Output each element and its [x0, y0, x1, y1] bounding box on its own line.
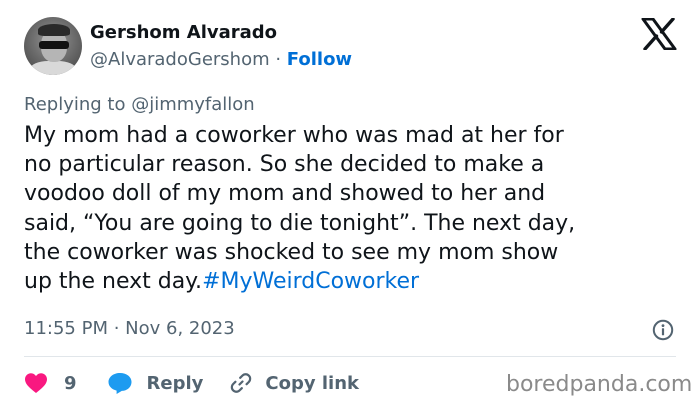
x-logo-icon[interactable]	[641, 18, 677, 50]
replying-to[interactable]: Replying to @jimmyfallon	[24, 94, 255, 115]
avatar-shirt	[30, 61, 76, 75]
author-name[interactable]: Gershom Alvarado	[90, 22, 277, 43]
watermark: boredpanda.com	[506, 372, 693, 397]
copy-link-label: Copy link	[265, 372, 359, 394]
heart-icon	[25, 373, 47, 393]
tweet-line: no particular reason. So she decided to …	[24, 152, 545, 178]
tweet-line-text: up the next day.	[24, 269, 203, 295]
tweet-text: My mom had a coworker who was mad at her…	[24, 121, 684, 296]
divider	[24, 356, 676, 357]
author-handle-line: @AlvaradoGershom · Follow	[90, 49, 352, 70]
handle-separator: ·	[269, 49, 287, 70]
reply-bubble-icon	[108, 373, 132, 394]
hashtag-link[interactable]: #MyWeirdCoworker	[202, 269, 419, 294]
author-handle[interactable]: @AlvaradoGershom	[90, 49, 270, 70]
follow-button[interactable]: Follow	[287, 49, 352, 70]
reply-button[interactable]: Reply	[107, 371, 204, 395]
avatar-sunglasses	[39, 41, 69, 49]
like-count: 9	[64, 372, 77, 394]
reply-label: Reply	[146, 372, 204, 394]
link-icon	[231, 373, 252, 393]
tweet-line: My mom had a coworker who was mad at her…	[24, 123, 564, 148]
info-icon[interactable]	[652, 319, 674, 341]
copy-link-button[interactable]: Copy link	[229, 371, 359, 395]
tweet-last-line: up the next day.#MyWeirdCoworker	[24, 267, 684, 296]
tweet-timestamp[interactable]: 11:55 PM · Nov 6, 2023	[24, 318, 235, 339]
like-button[interactable]: 9	[24, 372, 77, 394]
tweet-line: said, “You are going to die tonight”. Th…	[24, 210, 576, 236]
tweet-line: voodoo doll of my mom and showed to her …	[24, 181, 546, 207]
avatar-hair	[38, 24, 70, 36]
avatar[interactable]	[24, 17, 82, 75]
tweet-line: the coworker was shocked to see my mom s…	[24, 239, 559, 265]
action-bar: 9 Reply Copy link	[24, 369, 359, 397]
